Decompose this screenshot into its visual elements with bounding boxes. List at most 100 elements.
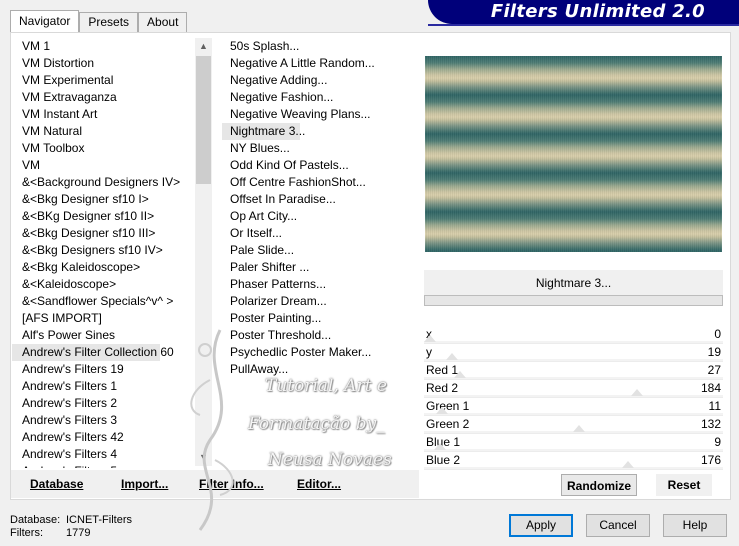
category-item[interactable]: Alf's Power Sines [12,327,192,344]
filter-list[interactable]: 50s Splash... Negative A Little Random...… [222,38,418,458]
slider-track[interactable] [424,359,723,361]
category-item[interactable]: &<Sandflower Specials^v^ > [12,293,192,310]
slider-thumb[interactable] [424,335,436,342]
filter-item[interactable]: NY Blues... [222,140,418,157]
parameter-sliders: x 0 y 19 Red 1 27 Red 2 184 Green 1 11 Green 2 132 B… [424,326,723,470]
filter-item[interactable]: Negative Weaving Plans... [222,106,418,123]
category-item[interactable]: VM [12,157,192,174]
database-label: Database: [10,514,61,526]
randomize-button[interactable]: Randomize [561,474,637,496]
category-item[interactable]: [AFS IMPORT] [12,310,192,327]
brand-banner: Filters Unlimited 2.0 [428,0,739,26]
database-button[interactable]: Database [30,470,83,498]
category-item[interactable]: VM Toolbox [12,140,192,157]
filter-item[interactable]: Odd Kind Of Pastels... [222,157,418,174]
slider-track[interactable] [424,449,723,451]
category-item[interactable]: Andrew's Filters 42 [12,429,192,446]
slider-track[interactable] [424,377,723,379]
filter-item[interactable]: Offset In Paradise... [222,191,418,208]
parameter-row[interactable]: Green 1 11 [424,398,723,416]
category-item[interactable]: VM Natural [12,123,192,140]
category-item[interactable]: &<Bkg Kaleidoscope> [12,259,192,276]
filter-item[interactable]: Off Centre FashionShot... [222,174,418,191]
filter-item[interactable]: Poster Threshold... [222,327,418,344]
help-button[interactable]: Help [663,514,727,537]
parameter-row[interactable]: Red 1 27 [424,362,723,380]
category-item[interactable]: &<Bkg Designer sf10 III> [12,225,192,242]
slider-thumb[interactable] [446,353,458,360]
scrollbar-thumb[interactable] [196,56,211,184]
filter-item[interactable]: Negative A Little Random... [222,55,418,72]
slider-track[interactable] [424,467,723,469]
reset-button[interactable]: Reset [656,474,712,496]
category-item[interactable]: VM Extravaganza [12,89,192,106]
parameter-row[interactable]: y 19 [424,344,723,362]
database-value: ICNET-Filters [66,514,132,526]
filter-item[interactable]: Negative Adding... [222,72,418,89]
filter-item[interactable]: Polarizer Dream... [222,293,418,310]
filters-count: 1779 [66,527,91,539]
category-item[interactable]: Andrew's Filters 3 [12,412,192,429]
category-item[interactable]: Andrew's Filters 5 [12,463,192,468]
apply-button[interactable]: Apply [509,514,573,537]
category-scrollbar[interactable]: ▲ ▼ [195,38,212,466]
category-item[interactable]: &<Bkg Designer sf10 I> [12,191,192,208]
filter-item[interactable]: Or Itself... [222,225,418,242]
category-item[interactable]: &<BKg Designer sf10 II> [12,208,192,225]
filter-item[interactable]: PullAway... [222,361,418,378]
category-item[interactable]: &<Bkg Designers sf10 IV> [12,242,192,259]
filters-label: Filters: [10,527,43,539]
filter-item[interactable]: Psychedlic Poster Maker... [222,344,418,361]
slider-thumb[interactable] [454,371,466,378]
category-item[interactable]: &<Kaleidoscope> [12,276,192,293]
filter-item[interactable]: Poster Painting... [222,310,418,327]
filter-item[interactable]: Pale Slide... [222,242,418,259]
selected-filter-name: Nightmare 3... [424,270,723,296]
scroll-down-icon[interactable]: ▼ [195,449,212,466]
filter-item[interactable]: Paler Shifter ... [222,259,418,276]
progress-bar [424,295,723,306]
slider-thumb[interactable] [436,407,448,414]
slider-thumb[interactable] [434,443,446,450]
category-item[interactable]: Andrew's Filter Collection 60 [12,344,174,361]
tab-presets[interactable]: Presets [79,12,139,32]
scroll-up-icon[interactable]: ▲ [195,38,212,55]
filter-item[interactable]: 50s Splash... [222,38,418,55]
parameter-row[interactable]: Green 2 132 [424,416,723,434]
category-item[interactable]: Andrew's Filters 4 [12,446,192,463]
category-item[interactable]: VM Instant Art [12,106,192,123]
slider-thumb[interactable] [573,425,585,432]
brand-title: Filters Unlimited 2.0 [490,1,705,22]
parameter-row[interactable]: Red 2 184 [424,380,723,398]
parameter-row[interactable]: Blue 2 176 [424,452,723,470]
tab-about[interactable]: About [138,12,188,32]
category-item[interactable]: Andrew's Filters 1 [12,378,192,395]
filter-item[interactable]: Nightmare 3... [222,123,305,140]
category-list[interactable]: VM 1 VM Distortion VM Experimental VM Extra… [12,38,192,468]
slider-thumb[interactable] [631,389,643,396]
preview-texture [425,56,722,252]
filter-item[interactable]: Op Art City... [222,208,418,225]
slider-thumb[interactable] [622,461,634,468]
filter-info-button[interactable]: Filter Info... [199,470,264,498]
database-info: Database: ICNET-Filters [10,514,132,526]
slider-track[interactable] [424,395,723,397]
category-item[interactable]: Andrew's Filters 2 [12,395,192,412]
editor-button[interactable]: Editor... [297,470,341,498]
filters-info: Filters: 1779 [10,527,90,539]
category-item[interactable]: VM Distortion [12,55,192,72]
category-item[interactable]: &<Background Designers IV> [12,174,192,191]
parameter-row[interactable]: Blue 19 [424,434,723,452]
slider-track[interactable] [424,341,723,343]
filter-item[interactable]: Negative Fashion... [222,89,418,106]
tab-navigator[interactable]: Navigator [10,10,80,32]
import-button[interactable]: Import... [121,470,168,498]
tab-strip: Navigator Presets About [10,10,188,32]
category-item[interactable]: VM Experimental [12,72,192,89]
slider-track[interactable] [424,413,723,415]
parameter-row[interactable]: x0 [424,326,723,344]
category-item[interactable]: Andrew's Filters 19 [12,361,192,378]
filter-item[interactable]: Phaser Patterns... [222,276,418,293]
category-item[interactable]: VM 1 [12,38,192,55]
cancel-button[interactable]: Cancel [586,514,650,537]
